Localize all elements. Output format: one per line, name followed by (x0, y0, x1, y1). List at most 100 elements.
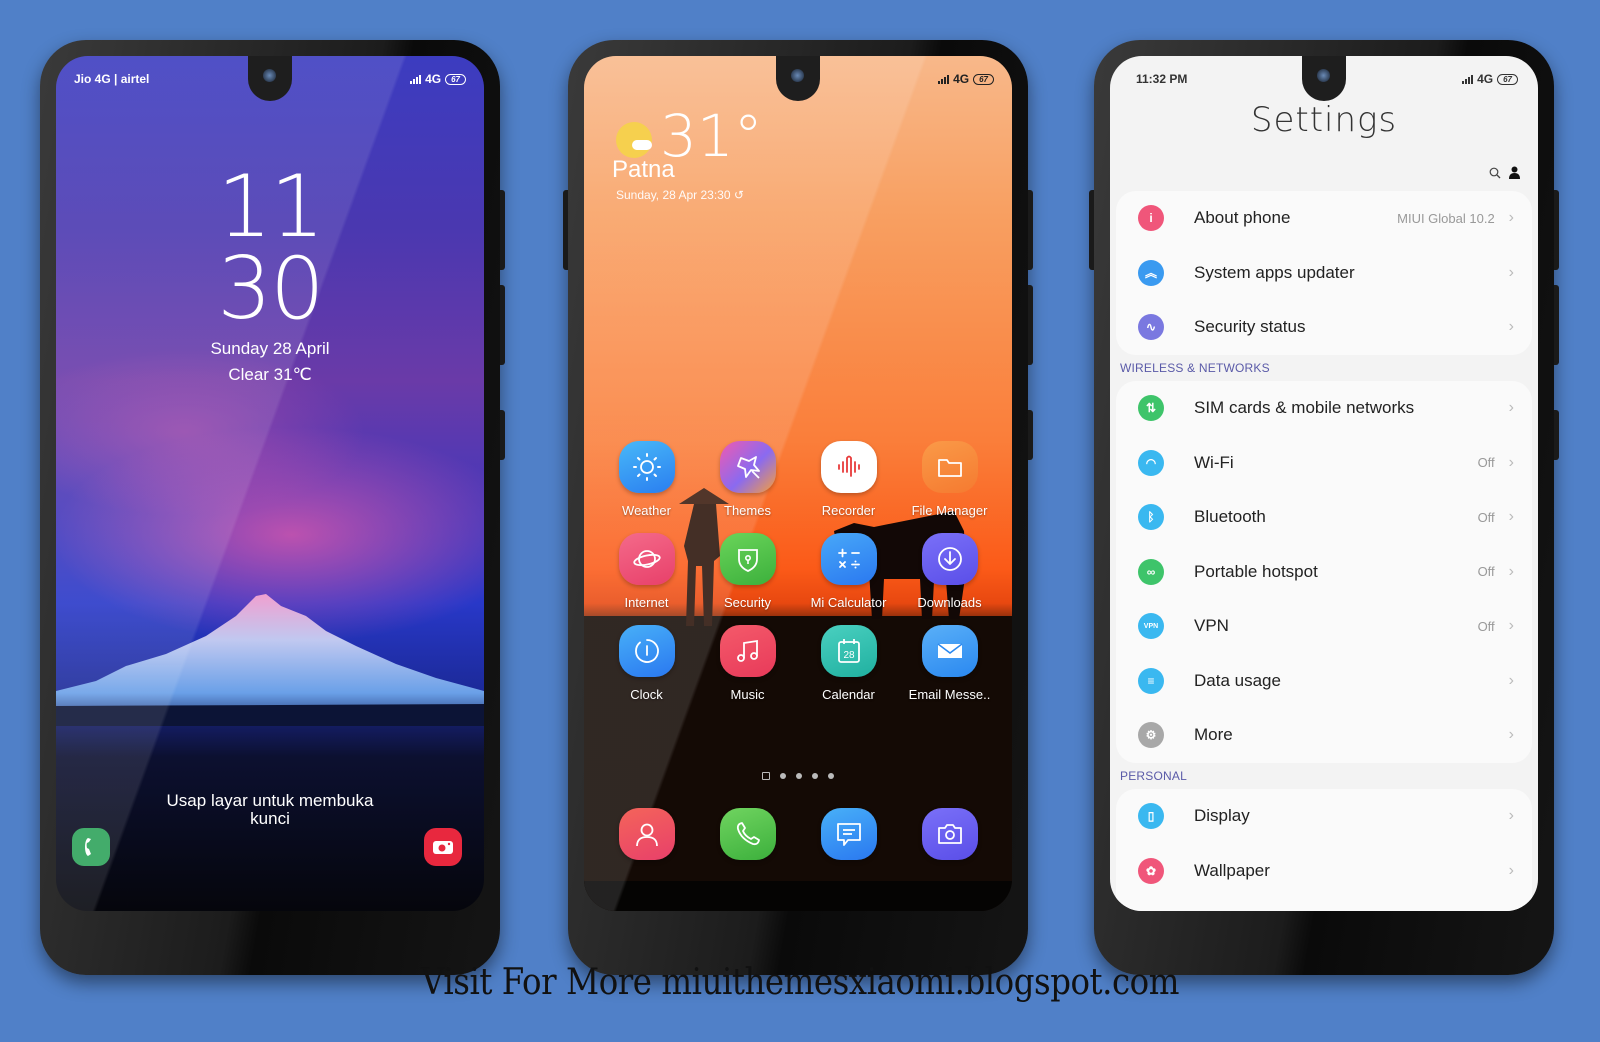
dock-contacts[interactable] (596, 808, 697, 860)
camera-shortcut-button[interactable] (424, 828, 462, 866)
star-brush-icon (719, 441, 776, 493)
settings-item-wallpaper[interactable]: ✿ Wallpaper › (1116, 844, 1532, 899)
clock-hour: 11 (217, 157, 324, 257)
home-screen[interactable]: 4G 67 31° Patna Sunday, 28 Apr 23:30 ↺ W… (584, 56, 1012, 911)
calendar-icon: 28 (820, 625, 877, 677)
account-person-icon[interactable] (1509, 166, 1520, 179)
power-button (1028, 410, 1033, 460)
page-title: Settings (1250, 100, 1398, 140)
settings-item-more[interactable]: ⚙ More › (1116, 708, 1532, 763)
hotspot-link-icon: ∞ (1138, 558, 1164, 585)
app-email[interactable]: Email Messe.. (899, 625, 1000, 703)
settings-item-label: Wallpaper (1194, 860, 1270, 880)
weather-city: Patna (612, 156, 675, 183)
chevron-right-icon: › (1508, 807, 1514, 825)
signal-icon (1462, 74, 1474, 84)
clock-minute: 30 (217, 239, 324, 339)
network-type: 4G (953, 72, 970, 86)
wifi-icon: ◠ (1138, 449, 1164, 476)
unlock-hint: Usap layar untuk membuka kunci (166, 791, 374, 828)
sim-arrows-icon: ⇅ (1138, 395, 1164, 422)
settings-item-label: Display (1194, 806, 1250, 826)
settings-item-label: About phone (1194, 208, 1291, 228)
settings-item-value: Off (1477, 455, 1495, 471)
lock-weather: Clear 31℃ (228, 365, 312, 384)
settings-item-value: Off (1477, 564, 1495, 580)
bluetooth-icon: ᛒ (1138, 504, 1164, 531)
search-icon[interactable] (1489, 167, 1501, 179)
settings-item-value: Off (1477, 618, 1495, 634)
settings-item-security-status[interactable]: ∿ Security status › (1116, 300, 1532, 355)
signal-icon (938, 74, 950, 84)
gear-icon: ⚙ (1138, 722, 1164, 749)
download-icon (921, 533, 978, 585)
settings-item-system-apps-updater[interactable]: ︽ System apps updater › (1116, 246, 1532, 301)
chevron-right-icon: › (1508, 562, 1514, 580)
page-dot[interactable] (796, 773, 802, 779)
dock-phone[interactable] (697, 808, 798, 860)
settings-item-about-phone[interactable]: i About phone MIUI Global 10.2 › (1116, 191, 1532, 246)
settings-item-wi-fi[interactable]: ◠ Wi-Fi Off › (1116, 436, 1532, 491)
phone-icon (719, 808, 776, 860)
lock-screen-phone: Jio 4G | airtel 4G 67 11 30 Sunday 28 Ap… (40, 40, 505, 975)
app-clock[interactable]: Clock (596, 625, 697, 703)
app-music[interactable]: Music (697, 625, 798, 703)
settings-item-data-usage[interactable]: ≡ Data usage › (1116, 654, 1532, 709)
dock (596, 808, 1000, 860)
dock-messages[interactable] (798, 808, 899, 860)
folder-icon (921, 441, 978, 493)
app-file-manager[interactable]: File Manager (899, 441, 1000, 519)
shield-icon (719, 533, 776, 585)
wallpaper-flower-icon: ✿ (1138, 857, 1164, 884)
app-recorder[interactable]: Recorder (798, 441, 899, 519)
chevron-right-icon: › (1508, 617, 1514, 635)
app-mi-calculator[interactable]: Mi Calculator (798, 533, 899, 611)
section-header-personal: PERSONAL (1120, 769, 1187, 783)
app-internet[interactable]: Internet (596, 533, 697, 611)
home-page-indicator-icon[interactable] (762, 772, 770, 780)
planet-icon (618, 533, 675, 585)
app-themes[interactable]: Themes (697, 441, 798, 519)
clock-icon (618, 625, 675, 677)
volume-button (1554, 285, 1559, 365)
weather-temperature: 31° (660, 102, 763, 170)
display-icon: ▯ (1138, 803, 1164, 830)
page-indicator[interactable] (584, 772, 1012, 780)
settings-item-label: SIM cards & mobile networks (1194, 398, 1415, 418)
sun-icon (618, 441, 675, 493)
app-security[interactable]: Security (697, 533, 798, 611)
app-weather[interactable]: Weather (596, 441, 697, 519)
settings-item-label: Portable hotspot (1194, 561, 1318, 581)
settings-item-sim-cards-mobile-networks[interactable]: ⇅ SIM cards & mobile networks › (1116, 381, 1532, 436)
envelope-icon (921, 625, 978, 677)
volume-button (500, 285, 505, 365)
chevron-right-icon: › (1508, 726, 1514, 744)
volume-button (1028, 285, 1033, 365)
network-type: 4G (425, 72, 442, 86)
settings-item-portable-hotspot[interactable]: ∞ Portable hotspot Off › (1116, 545, 1532, 600)
carrier-label: Jio 4G | airtel (74, 72, 150, 86)
app-calendar[interactable]: 28 Calendar (798, 625, 899, 703)
app-downloads[interactable]: Downloads (899, 533, 1000, 611)
power-button (500, 410, 505, 460)
settings-group-device: i About phone MIUI Global 10.2 › ︽ System app… (1116, 191, 1532, 355)
chevron-right-icon: › (1508, 399, 1514, 417)
settings-item-display[interactable]: ▯ Display › (1116, 789, 1532, 844)
page-dot[interactable] (812, 773, 818, 779)
footer-link[interactable]: Visit For More miuithemesxiaomi.blogspot… (80, 962, 1520, 1003)
settings-item-value: Off (1477, 509, 1495, 525)
lock-screen[interactable]: Jio 4G | airtel 4G 67 11 30 Sunday 28 Ap… (56, 56, 484, 911)
home-screen-phone: 4G 67 31° Patna Sunday, 28 Apr 23:30 ↺ W… (563, 40, 1033, 975)
status-time: 11:32 PM (1136, 72, 1188, 86)
page-dot[interactable] (780, 773, 786, 779)
settings-item-vpn[interactable]: VPN VPN Off › (1116, 599, 1532, 654)
settings-item-label: Data usage (1194, 670, 1281, 690)
phone-shortcut-button[interactable] (72, 828, 110, 866)
soundwave-icon (820, 441, 877, 493)
settings-item-bluetooth[interactable]: ᛒ Bluetooth Off › (1116, 490, 1532, 545)
page-dot[interactable] (828, 773, 834, 779)
chevron-right-icon: › (1508, 263, 1514, 281)
dock-camera[interactable] (899, 808, 1000, 860)
settings-item-label: VPN (1194, 616, 1229, 636)
chevron-right-icon: › (1508, 318, 1514, 336)
